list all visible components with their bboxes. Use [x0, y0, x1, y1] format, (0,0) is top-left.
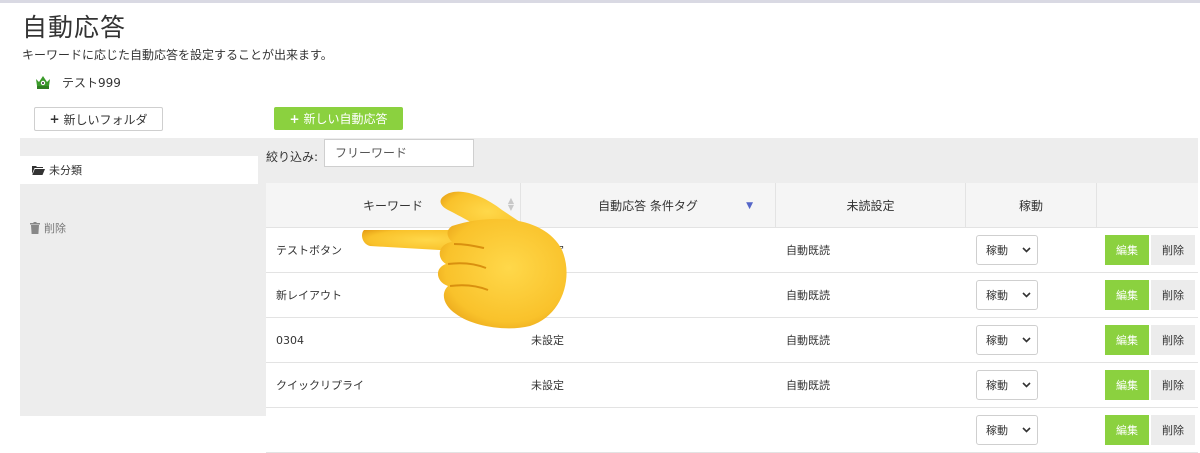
tag-cell: 未設定: [531, 379, 564, 392]
status-select-value: 稼動: [986, 289, 1008, 302]
keyword-cell: クイックリプライ: [276, 379, 364, 392]
new-folder-button[interactable]: + 新しいフォルダ: [34, 107, 163, 131]
status-select[interactable]: 稼動: [976, 325, 1038, 355]
status-select-value: 稼動: [986, 334, 1008, 347]
column-header-label: 未読設定: [846, 198, 895, 213]
plus-icon: +: [49, 112, 60, 126]
chevron-down-icon: [1022, 337, 1031, 343]
new-auto-response-button[interactable]: + 新しい自動応答: [274, 107, 403, 130]
edit-button[interactable]: 編集: [1105, 280, 1149, 310]
status-select[interactable]: 稼動: [976, 370, 1038, 400]
filter-input[interactable]: [324, 139, 474, 167]
edit-button[interactable]: 編集: [1105, 415, 1149, 445]
keyword-cell: [266, 408, 521, 452]
chevron-down-icon: [1022, 427, 1031, 433]
delete-button[interactable]: 削除: [1151, 370, 1195, 400]
read-setting-cell: 自動既読: [786, 334, 830, 347]
sidebar-item-delete[interactable]: 削除: [30, 220, 66, 236]
read-setting-cell: [776, 408, 966, 452]
plus-icon: +: [289, 111, 300, 126]
status-select-value: 稼動: [986, 424, 1008, 437]
read-setting-cell: 自動既読: [786, 244, 830, 257]
status-select[interactable]: 稼動: [976, 415, 1038, 445]
table-row: クイックリプライ 未設定 自動既読 稼動 編集 削除: [266, 363, 1198, 408]
delete-button[interactable]: 削除: [1151, 235, 1195, 265]
read-setting-cell: 自動既読: [786, 379, 830, 392]
green-crown-avatar-icon: [36, 76, 50, 89]
sidebar-item-uncategorized[interactable]: 未分類: [20, 156, 258, 184]
account-selector[interactable]: テスト999: [34, 72, 121, 92]
read-setting-cell: 自動既読: [786, 289, 830, 302]
status-select[interactable]: 稼動: [976, 235, 1038, 265]
new-folder-label: 新しいフォルダ: [63, 112, 148, 127]
sidebar-item-label: 削除: [44, 222, 66, 235]
sidebar-item-label: 未分類: [49, 164, 82, 177]
status-select-value: 稼動: [986, 244, 1008, 257]
edit-button[interactable]: 編集: [1105, 235, 1149, 265]
pointing-hand-emoji-icon: [362, 191, 567, 329]
new-auto-response-label: 新しい自動応答: [303, 112, 388, 126]
top-border: [0, 0, 1200, 3]
column-header-label: 自動応答 条件タグ: [598, 198, 698, 213]
delete-button[interactable]: 削除: [1151, 415, 1195, 445]
column-header-actions: [1097, 183, 1198, 227]
chevron-down-icon: [1022, 247, 1031, 253]
status-select-value: 稼動: [986, 379, 1008, 392]
column-header-operation: 稼動: [966, 183, 1097, 227]
column-header-label: 稼動: [1018, 198, 1043, 213]
delete-button[interactable]: 削除: [1151, 280, 1195, 310]
status-select[interactable]: 稼動: [976, 280, 1038, 310]
table-row: 稼動 編集 削除: [266, 408, 1198, 453]
account-name: テスト999: [62, 75, 121, 90]
folder-open-icon: [32, 165, 45, 175]
chevron-down-icon: [1022, 382, 1031, 388]
delete-button[interactable]: 削除: [1151, 325, 1195, 355]
tag-cell: [521, 408, 776, 452]
page-subtitle: キーワードに応じた自動応答を設定することが出来ます。: [22, 48, 333, 62]
page-title: 自動応答: [22, 13, 127, 42]
column-header-read: 未読設定: [776, 183, 966, 227]
chevron-down-icon: [1022, 292, 1031, 298]
edit-button[interactable]: 編集: [1105, 325, 1149, 355]
edit-button[interactable]: 編集: [1105, 370, 1149, 400]
sort-desc-icon: ▼: [746, 201, 753, 211]
filter-label: 絞り込み:: [266, 150, 319, 164]
trash-icon: [30, 222, 40, 234]
